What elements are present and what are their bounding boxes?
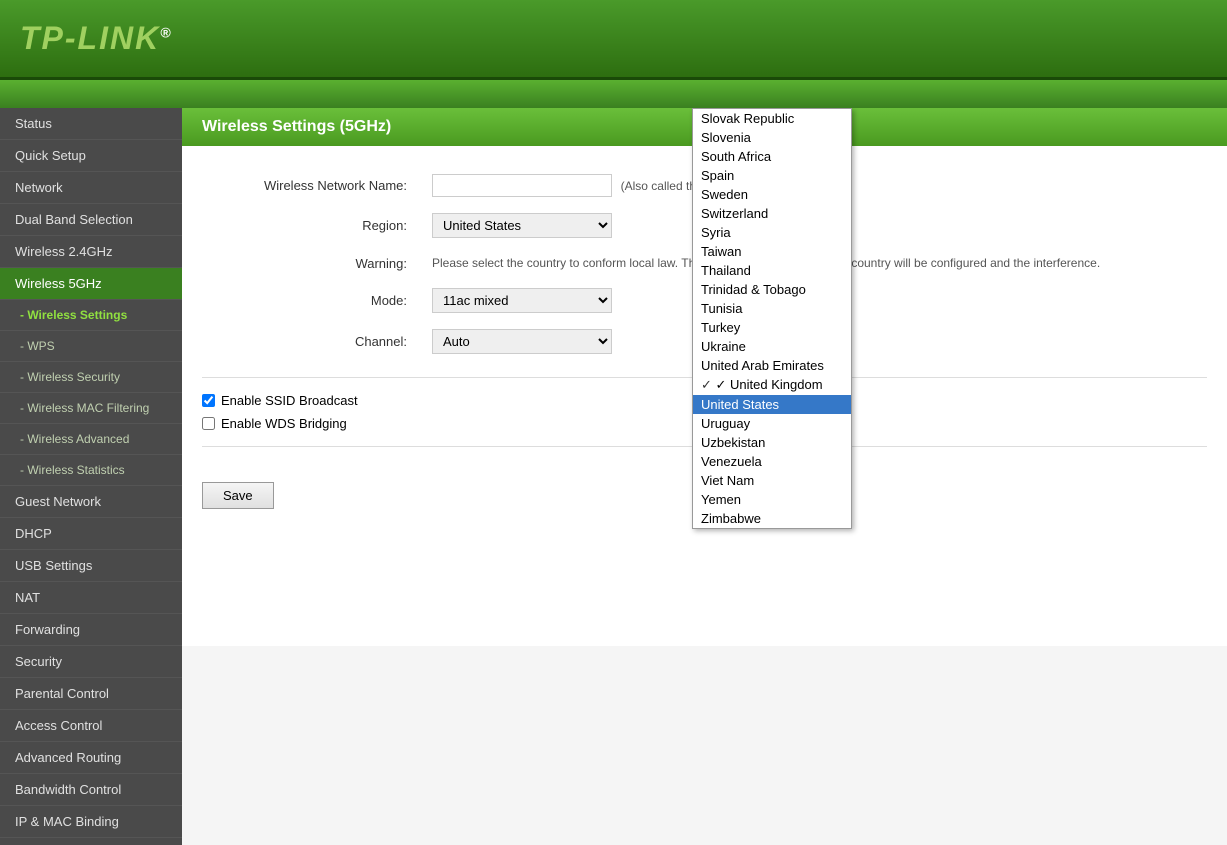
dropdown-item-uzbekistan[interactable]: Uzbekistan (693, 433, 851, 452)
sidebar-item-bandwidth-control[interactable]: Bandwidth Control (0, 774, 182, 806)
dropdown-item-ukraine[interactable]: Ukraine (693, 337, 851, 356)
sidebar-item-nat[interactable]: NAT (0, 582, 182, 614)
sidebar-item-quick-setup[interactable]: Quick Setup (0, 140, 182, 172)
sidebar-item-wireless-settings[interactable]: - Wireless Settings (0, 300, 182, 331)
dropdown-item-yemen[interactable]: Yemen (693, 490, 851, 509)
channel-label: Channel: (202, 321, 422, 362)
sidebar-item-parental-control[interactable]: Parental Control (0, 678, 182, 710)
sidebar-item-advanced-routing[interactable]: Advanced Routing (0, 742, 182, 774)
dropdown-item-tunisia[interactable]: Tunisia (693, 299, 851, 318)
dropdown-item-sweden[interactable]: Sweden (693, 185, 851, 204)
mode-label: Mode: (202, 280, 422, 321)
dropdown-item-slovenia[interactable]: Slovenia (693, 128, 851, 147)
sidebar-item-dhcp[interactable]: DHCP (0, 518, 182, 550)
sidebar-item-wireless-security[interactable]: - Wireless Security (0, 362, 182, 393)
dropdown-item-switzerland[interactable]: Switzerland (693, 204, 851, 223)
sidebar-item-network[interactable]: Network (0, 172, 182, 204)
sidebar-item-dynamic-dns[interactable]: Dynamic DNS (0, 838, 182, 845)
sidebar-item-wps[interactable]: - WPS (0, 331, 182, 362)
logo-superscript: ® (160, 24, 172, 40)
dropdown-item-taiwan[interactable]: Taiwan (693, 242, 851, 261)
dropdown-item-thailand[interactable]: Thailand (693, 261, 851, 280)
sidebar-item-guest-network[interactable]: Guest Network (0, 486, 182, 518)
save-button[interactable]: Save (202, 482, 274, 509)
header: TP-LINK® (0, 0, 1227, 80)
logo: TP-LINK® (20, 20, 173, 57)
region-dropdown[interactable]: Slovak RepublicSloveniaSouth AfricaSpain… (692, 108, 852, 529)
dropdown-item-slovak-republic[interactable]: Slovak Republic (693, 109, 851, 128)
sidebar: StatusQuick SetupNetworkDual Band Select… (0, 108, 182, 845)
region-label: Region: (202, 205, 422, 246)
sidebar-item-security[interactable]: Security (0, 646, 182, 678)
logo-text: TP-LINK (20, 20, 160, 56)
dropdown-item-trinidad-tobago[interactable]: Trinidad & Tobago (693, 280, 851, 299)
ssid-broadcast-checkbox[interactable] (202, 394, 215, 407)
sidebar-item-status[interactable]: Status (0, 108, 182, 140)
wds-bridging-checkbox[interactable] (202, 417, 215, 430)
network-name-input[interactable] (432, 174, 612, 197)
sidebar-item-dual-band[interactable]: Dual Band Selection (0, 204, 182, 236)
dropdown-item-syria[interactable]: Syria (693, 223, 851, 242)
ssid-broadcast-label: Enable SSID Broadcast (221, 393, 358, 408)
dropdown-item-venezuela[interactable]: Venezuela (693, 452, 851, 471)
sub-header-bar (0, 80, 1227, 108)
sidebar-item-wireless-advanced[interactable]: - Wireless Advanced (0, 424, 182, 455)
dropdown-item-viet-nam[interactable]: Viet Nam (693, 471, 851, 490)
sidebar-item-wireless-5[interactable]: Wireless 5GHz (0, 268, 182, 300)
dropdown-item-united-kingdom[interactable]: ✓ United Kingdom (693, 375, 851, 395)
region-select[interactable]: United States (432, 213, 612, 238)
network-name-label: Wireless Network Name: (202, 166, 422, 205)
dropdown-item-south-africa[interactable]: South Africa (693, 147, 851, 166)
dropdown-item-spain[interactable]: Spain (693, 166, 851, 185)
sidebar-item-wireless-24[interactable]: Wireless 2.4GHz (0, 236, 182, 268)
dropdown-item-turkey[interactable]: Turkey (693, 318, 851, 337)
dropdown-item-united-states[interactable]: United States (693, 395, 851, 414)
warning-label: Warning: (202, 246, 422, 280)
dropdown-item-united-arab-emirates[interactable]: United Arab Emirates (693, 356, 851, 375)
sidebar-item-access-control[interactable]: Access Control (0, 710, 182, 742)
sidebar-item-ip-mac-binding[interactable]: IP & MAC Binding (0, 806, 182, 838)
sidebar-item-forwarding[interactable]: Forwarding (0, 614, 182, 646)
sidebar-item-wireless-mac[interactable]: - Wireless MAC Filtering (0, 393, 182, 424)
mode-select[interactable]: 11ac mixed (432, 288, 612, 313)
sidebar-item-wireless-stats[interactable]: - Wireless Statistics (0, 455, 182, 486)
main-layout: StatusQuick SetupNetworkDual Band Select… (0, 108, 1227, 845)
channel-select[interactable]: Auto (432, 329, 612, 354)
dropdown-item-zimbabwe[interactable]: Zimbabwe (693, 509, 851, 528)
sidebar-item-usb-settings[interactable]: USB Settings (0, 550, 182, 582)
wds-bridging-label: Enable WDS Bridging (221, 416, 347, 431)
main-content: Wireless Settings (5GHz) Wireless Networ… (182, 108, 1227, 845)
dropdown-item-uruguay[interactable]: Uruguay (693, 414, 851, 433)
